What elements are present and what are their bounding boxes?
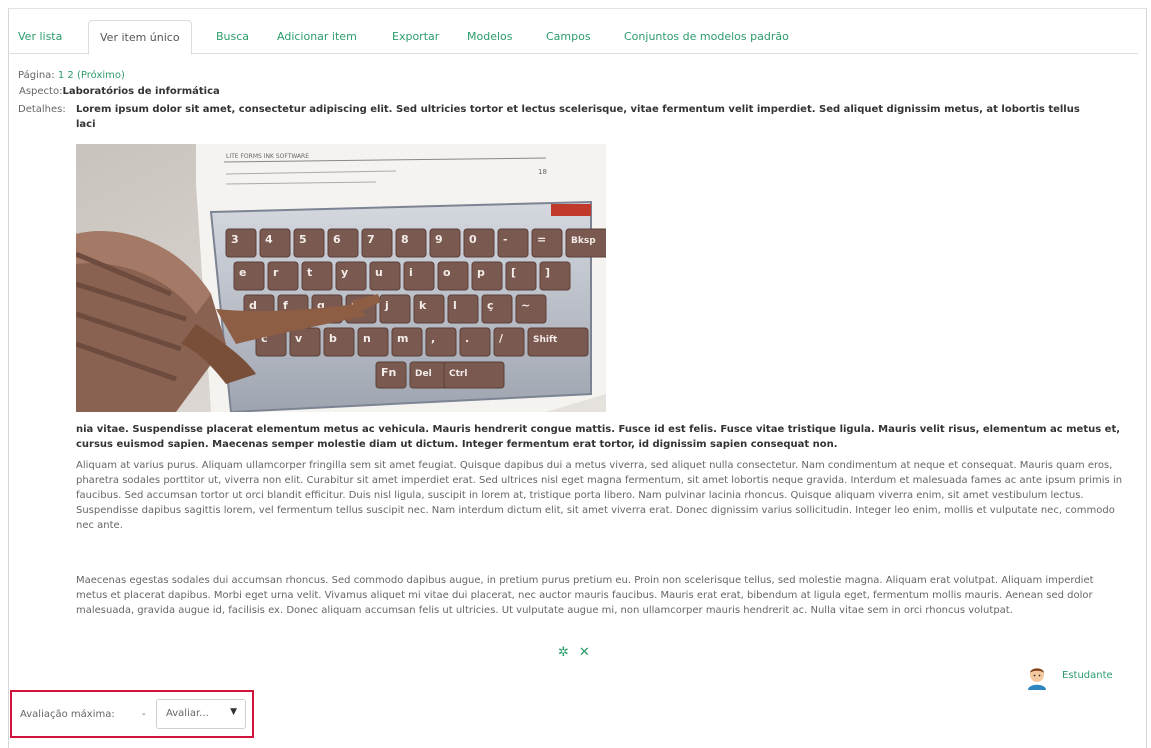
photo-key-label: t bbox=[307, 266, 312, 279]
paragraph-2: Maecenas egestas sodales dui accumsan rh… bbox=[76, 575, 1094, 616]
photo-key-label: i bbox=[409, 266, 413, 279]
photo-key-label: 7 bbox=[367, 233, 375, 246]
photo-key-label: Shift bbox=[533, 335, 558, 345]
delete-icon[interactable]: ✕ bbox=[579, 645, 590, 660]
photo-key-label: r bbox=[273, 266, 279, 279]
item-actions: ✲ ✕ bbox=[558, 645, 590, 660]
tab-adicionar-item[interactable]: Adicionar item bbox=[277, 20, 357, 53]
details-label: Detalhes: bbox=[18, 104, 66, 115]
pager-label: Página: bbox=[18, 70, 55, 81]
photo-key-label: ~ bbox=[521, 299, 530, 312]
edit-gear-icon[interactable]: ✲ bbox=[558, 645, 569, 660]
rating-select[interactable]: Avaliar... ▼ bbox=[156, 699, 246, 729]
sheet-number: 18 bbox=[538, 168, 547, 176]
photo-key-label: 3 bbox=[231, 233, 239, 246]
photo-key-label: p bbox=[477, 266, 485, 279]
photo-key-label: 6 bbox=[333, 233, 341, 246]
rating-select-value: Avaliar... bbox=[166, 708, 209, 719]
photo-key-label: l bbox=[453, 299, 457, 312]
tab-campos[interactable]: Campos bbox=[546, 20, 591, 53]
photo-key-label: Ctrl bbox=[449, 369, 467, 379]
tab-modelos[interactable]: Modelos bbox=[467, 20, 513, 53]
aspect-row: Aspecto:Laboratórios de informática bbox=[19, 85, 220, 99]
photo-key-label: k bbox=[419, 299, 427, 312]
rating-value: - bbox=[142, 709, 146, 720]
photo-key-label: d bbox=[249, 299, 257, 312]
photo-key-label: 8 bbox=[401, 233, 409, 246]
paragraph-1: Aliquam at varius purus. Aliquam ullamco… bbox=[76, 460, 1123, 531]
photo-key-label: e bbox=[239, 266, 246, 279]
tab-conjuntos-modelos[interactable]: Conjuntos de modelos padrão bbox=[624, 20, 789, 53]
tab-exportar[interactable]: Exportar bbox=[392, 20, 439, 53]
photo-key-label: Del bbox=[415, 369, 432, 379]
photo-key-label: Bksp bbox=[571, 236, 596, 246]
page-2-link[interactable]: 2 bbox=[67, 70, 73, 81]
photo-key-label: 5 bbox=[299, 233, 307, 246]
tab-busca[interactable]: Busca bbox=[216, 20, 249, 53]
photo-key-label: [ bbox=[511, 266, 516, 279]
details-text-continued: nia vitae. Suspendisse placerat elementu… bbox=[76, 424, 1121, 450]
tab-ver-lista[interactable]: Ver lista bbox=[18, 20, 62, 53]
chevron-down-icon: ▼ bbox=[230, 707, 237, 717]
next-page-link[interactable]: (Próximo) bbox=[77, 70, 125, 81]
photo-key-label: 0 bbox=[469, 233, 477, 246]
keyboard-photo: LITE FORMS INK SOFTWARE 18 3 4 5 6 7 8 9 0 - = Bks… bbox=[76, 144, 606, 412]
avatar-icon bbox=[1024, 664, 1050, 690]
details-text-line2: laci bbox=[76, 119, 96, 130]
aspect-value: Laboratórios de informática bbox=[62, 86, 220, 97]
photo-key-label: 4 bbox=[265, 233, 273, 246]
aspect-label: Aspecto: bbox=[19, 86, 63, 97]
photo-key-label: ] bbox=[545, 266, 550, 279]
photo-key-label: ç bbox=[487, 299, 494, 312]
photo-key-label: u bbox=[375, 266, 383, 279]
sheet-text: LITE FORMS INK SOFTWARE bbox=[226, 153, 309, 160]
tab-ver-item-unico[interactable]: Ver item único bbox=[88, 20, 192, 55]
photo-key-label: m bbox=[397, 332, 408, 345]
photo-key-label: o bbox=[443, 266, 451, 279]
photo-key-label: 9 bbox=[435, 233, 443, 246]
photo-key-label: n bbox=[363, 332, 371, 345]
page-1-link[interactable]: 1 bbox=[58, 70, 64, 81]
photo-key-label: b bbox=[329, 332, 337, 345]
photo-key-label: = bbox=[537, 233, 546, 246]
author-name[interactable]: Estudante bbox=[1062, 670, 1113, 681]
rating-label: Avaliação máxima: bbox=[20, 709, 115, 720]
rating-box: Avaliação máxima: - Avaliar... ▼ bbox=[10, 690, 254, 738]
pagination: Página: 1 2 (Próximo) bbox=[18, 70, 125, 81]
tab-bar: Ver lista Ver item único Busca Adicionar… bbox=[10, 20, 1138, 55]
photo-key-label: , bbox=[431, 332, 435, 345]
photo-key-label: f bbox=[283, 299, 288, 312]
photo-key-label: - bbox=[503, 233, 508, 246]
photo-key-label: . bbox=[465, 332, 469, 345]
details-text-line1: Lorem ipsum dolor sit amet, consectetur … bbox=[76, 104, 1080, 115]
photo-key-label: j bbox=[384, 299, 389, 312]
photo-key-label: Fn bbox=[381, 366, 396, 379]
photo-key-label: v bbox=[295, 332, 303, 345]
photo-key-label: y bbox=[341, 266, 348, 279]
